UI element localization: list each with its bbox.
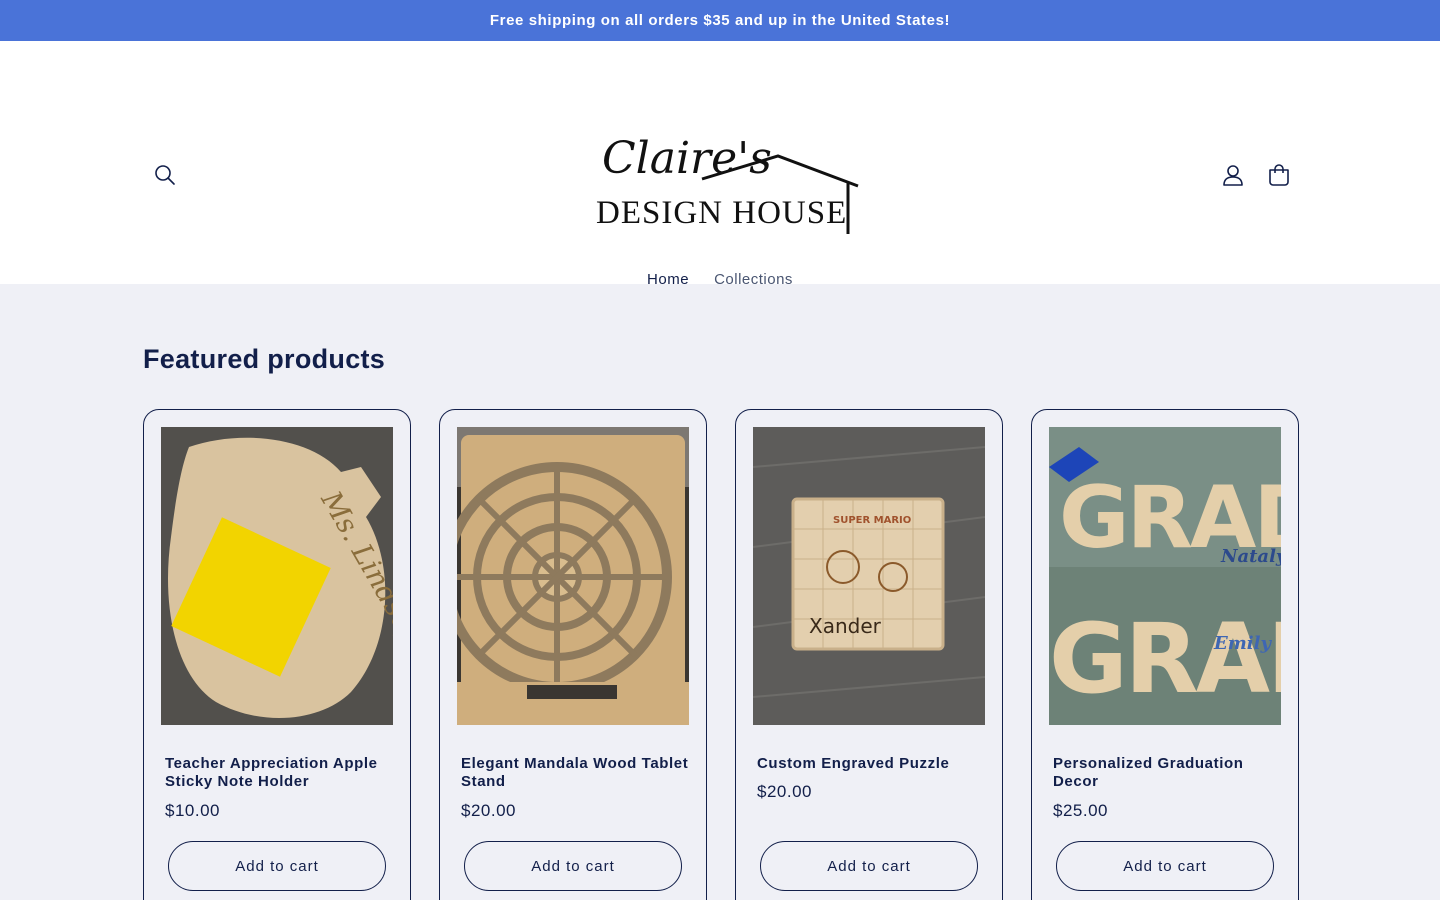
product-title[interactable]: Teacher Appreciation Apple Sticky Note H… [165,755,393,791]
product-price: $10.00 [165,801,220,820]
logo-script-text: Claire's [602,133,772,184]
svg-text:SUPER MARIO: SUPER MARIO [833,515,911,526]
logo-caps-text: DESIGN HOUSE [596,195,847,231]
site-header: Claire's DESIGN HOUSE Home Collections [0,41,1440,288]
store-logo[interactable]: Claire's DESIGN HOUSE [590,111,862,239]
product-card[interactable]: SUPER MARIO Xander Custom Engraved Puzzl… [735,409,1003,900]
account-button[interactable] [1218,160,1248,190]
product-price: $25.00 [1053,801,1108,820]
product-image[interactable]: Ms. Lindsey [161,427,393,725]
section-heading: Featured products [143,344,386,374]
announcement-text: Free shipping on all orders $35 and up i… [489,12,951,29]
product-price: $20.00 [461,801,516,820]
svg-text:Emily: Emily [1213,633,1272,654]
svg-text:Nataly: Nataly [1220,546,1281,567]
cart-button[interactable] [1264,160,1294,190]
account-icon [1223,165,1243,186]
search-button[interactable] [150,160,180,190]
add-to-cart-button[interactable]: Add to cart [168,841,386,891]
product-grid: Ms. Lindsey Teacher Appreciation Apple S… [143,409,1299,900]
search-icon [155,165,175,185]
product-title[interactable]: Personalized Graduation Decor [1053,755,1281,791]
product-card[interactable]: Ms. Lindsey Teacher Appreciation Apple S… [143,409,411,900]
product-card[interactable]: Elegant Mandala Wood Tablet Stand $20.00… [439,409,707,900]
add-to-cart-button[interactable]: Add to cart [1056,841,1274,891]
cart-icon [1269,164,1289,186]
announcement-bar: Free shipping on all orders $35 and up i… [0,0,1440,41]
product-title[interactable]: Elegant Mandala Wood Tablet Stand [461,755,689,791]
product-title[interactable]: Custom Engraved Puzzle [757,755,985,773]
product-price: $20.00 [757,782,812,801]
featured-products-section: Featured products Ms. Lindsey Teacher Ap… [0,284,1440,900]
product-image[interactable]: SUPER MARIO Xander [753,427,985,725]
add-to-cart-button[interactable]: Add to cart [464,841,682,891]
svg-text:GRAD: GRAD [1049,603,1281,715]
product-image[interactable]: GRAD GRAD Nataly Emily [1049,427,1281,725]
svg-text:Xander: Xander [809,614,882,638]
product-card[interactable]: GRAD GRAD Nataly Emily Personalized Grad… [1031,409,1299,900]
product-image[interactable] [457,427,689,725]
add-to-cart-button[interactable]: Add to cart [760,841,978,891]
